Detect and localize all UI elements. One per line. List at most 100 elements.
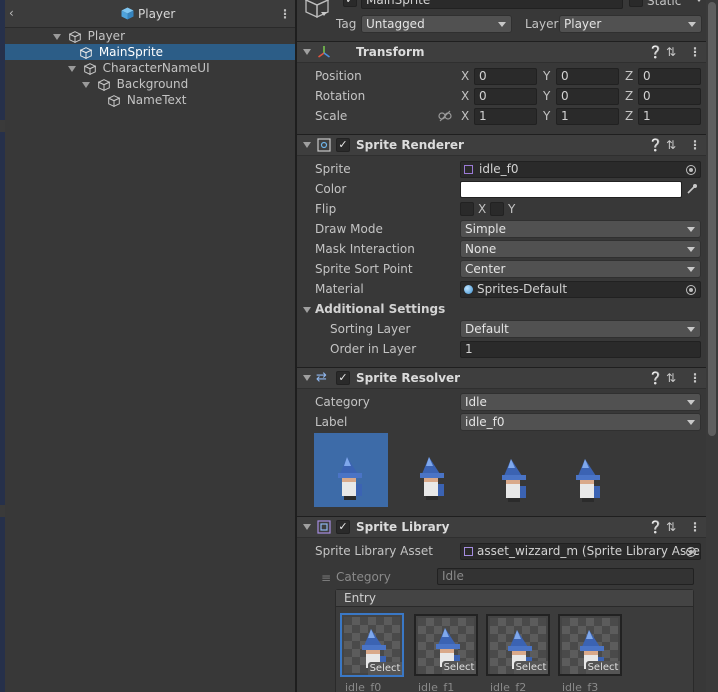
position-z-field[interactable]: 0 <box>638 68 701 85</box>
sprite-object-field[interactable]: idle_f0 <box>460 161 701 178</box>
context-menu-icon[interactable]: ⋮ <box>689 520 701 534</box>
select-button[interactable]: Select <box>514 661 548 674</box>
back-arrow-icon[interactable]: ‹ <box>9 7 14 19</box>
eyedropper-icon[interactable] <box>686 183 698 198</box>
sprite-renderer-icon <box>317 138 331 155</box>
chevron-down-icon <box>687 267 695 272</box>
flip-x-checkbox[interactable] <box>460 202 474 216</box>
sprite-renderer-enabled-checkbox[interactable]: ✓ <box>336 138 350 152</box>
transform-header[interactable]: Transform ❔ ⇅ ⋮ <box>297 41 706 63</box>
flip-y-checkbox[interactable] <box>490 202 504 216</box>
static-checkbox[interactable] <box>629 0 643 7</box>
collapse-arrow-icon[interactable] <box>68 65 76 72</box>
hierarchy-row-background[interactable]: Background <box>5 76 295 92</box>
material-object-field[interactable]: Sprites-Default <box>460 281 701 298</box>
collapse-arrow-icon[interactable] <box>53 33 61 40</box>
sprite-resolver-enabled-checkbox[interactable]: ✓ <box>336 371 350 385</box>
select-button[interactable]: Select <box>368 662 402 675</box>
sprite-library-enabled-checkbox[interactable]: ✓ <box>336 520 350 534</box>
sprite-library-header[interactable]: ✓ Sprite Library ❔ ⇅ ⋮ <box>297 516 706 538</box>
axis-z-label: Z <box>625 89 634 103</box>
sprite-library-asset-value: asset_wizzard_m (Sprite Library Asse <box>477 544 700 558</box>
constrain-proportions-icon[interactable] <box>438 110 452 125</box>
material-label: Material <box>315 282 364 296</box>
sprite-option-selected[interactable] <box>314 433 388 507</box>
hierarchy-row-player[interactable]: Player <box>5 28 295 44</box>
sprite-library-asset-field[interactable]: asset_wizzard_m (Sprite Library Asse <box>460 543 701 560</box>
scale-y-field[interactable]: 1 <box>556 108 619 125</box>
rotation-z-field[interactable]: 0 <box>638 88 701 105</box>
transform-icon <box>317 45 331 62</box>
collapse-arrow-icon[interactable] <box>303 375 311 381</box>
rotation-y-field[interactable]: 0 <box>556 88 619 105</box>
entry-thumbnail[interactable]: Select <box>486 614 550 676</box>
rotation-label: Rotation <box>315 89 366 103</box>
resolver-category-dropdown[interactable]: Idle <box>460 393 701 411</box>
drag-handle-icon[interactable]: ≡ <box>321 571 331 585</box>
hierarchy-row-charactername[interactable]: CharacterNameUI <box>5 60 295 76</box>
active-checkbox[interactable]: ✓ <box>343 0 357 7</box>
collapse-arrow-icon[interactable] <box>303 524 311 530</box>
sprite-option[interactable] <box>396 433 470 507</box>
draw-mode-dropdown[interactable]: Simple <box>460 220 701 238</box>
collapse-arrow-icon[interactable] <box>82 81 90 88</box>
hierarchy-row-mainsprite[interactable]: MainSprite <box>5 44 295 60</box>
sprite-option[interactable] <box>478 433 552 507</box>
object-picker-icon[interactable] <box>686 285 696 295</box>
collapse-arrow-icon[interactable] <box>303 142 311 148</box>
help-icon[interactable]: ❔ <box>648 45 663 59</box>
position-x-field[interactable]: 0 <box>474 68 537 85</box>
tag-dropdown[interactable]: Untagged <box>361 15 512 33</box>
hierarchy-row-nametext[interactable]: NameText <box>5 92 295 108</box>
entry-name: idle_f0 <box>345 681 382 692</box>
sprite-option[interactable] <box>560 433 634 507</box>
preset-icon[interactable]: ⇅ <box>666 520 676 534</box>
select-button[interactable]: Select <box>586 661 620 674</box>
additional-settings-label[interactable]: Additional Settings <box>315 302 445 316</box>
wizard-sprite-icon <box>416 457 446 504</box>
scale-x-field[interactable]: 1 <box>474 108 537 125</box>
context-menu-icon[interactable]: ⋮ <box>689 371 701 385</box>
collapse-arrow-icon[interactable] <box>303 49 311 55</box>
context-menu-icon[interactable]: ⋮ <box>689 45 701 59</box>
order-in-layer-field[interactable]: 1 <box>460 341 701 358</box>
dropdown-arrow-icon[interactable] <box>321 12 327 16</box>
object-picker-icon[interactable] <box>686 165 696 175</box>
sort-point-dropdown[interactable]: Center <box>460 260 701 278</box>
help-icon[interactable]: ❔ <box>648 371 663 385</box>
inspector-scrollbar[interactable] <box>706 0 718 692</box>
sorting-layer-dropdown[interactable]: Default <box>460 320 701 338</box>
resolver-label-dropdown[interactable]: idle_f0 <box>460 413 701 431</box>
entry-thumbnail[interactable]: Select <box>558 614 622 676</box>
resolver-category-value: Idle <box>465 395 487 409</box>
axis-z-label: Z <box>625 69 634 83</box>
preset-icon[interactable]: ⇅ <box>666 138 676 152</box>
help-icon[interactable]: ❔ <box>648 138 663 152</box>
mask-interaction-dropdown[interactable]: None <box>460 240 701 258</box>
layer-dropdown[interactable]: Player <box>559 15 702 33</box>
color-swatch[interactable] <box>460 181 682 198</box>
scale-z-field[interactable]: 1 <box>638 108 701 125</box>
position-y-field[interactable]: 0 <box>556 68 619 85</box>
preset-icon[interactable]: ⇅ <box>666 45 676 59</box>
entry-thumbnail[interactable]: Select <box>414 614 478 676</box>
flip-label: Flip <box>315 202 337 216</box>
sprite-resolver-header[interactable]: ⇄ ✓ Sprite Resolver ❔ ⇅ ⋮ <box>297 367 706 389</box>
scrollbar-thumb[interactable] <box>708 2 716 436</box>
hierarchy-row-label: Background <box>116 77 189 91</box>
object-picker-icon[interactable] <box>686 547 696 557</box>
sprite-renderer-header[interactable]: ✓ Sprite Renderer ❔ ⇅ ⋮ <box>297 134 706 156</box>
help-icon[interactable]: ❔ <box>648 520 663 534</box>
library-category-field[interactable]: Idle <box>437 568 694 585</box>
rotation-x-field[interactable]: 0 <box>474 88 537 105</box>
preset-icon[interactable]: ⇅ <box>666 371 676 385</box>
entry-thumbnail-selected[interactable]: Select <box>340 613 404 677</box>
gameobject-icon <box>83 62 97 75</box>
additional-settings-arrow-icon[interactable] <box>303 307 311 313</box>
more-options-icon[interactable]: ⋮ <box>279 7 291 21</box>
select-button[interactable]: Select <box>442 661 476 674</box>
context-menu-icon[interactable]: ⋮ <box>689 138 701 152</box>
object-name-field[interactable]: MainSprite <box>361 0 623 9</box>
material-sphere-icon <box>464 285 473 294</box>
static-dropdown-arrow-icon[interactable] <box>695 0 703 2</box>
